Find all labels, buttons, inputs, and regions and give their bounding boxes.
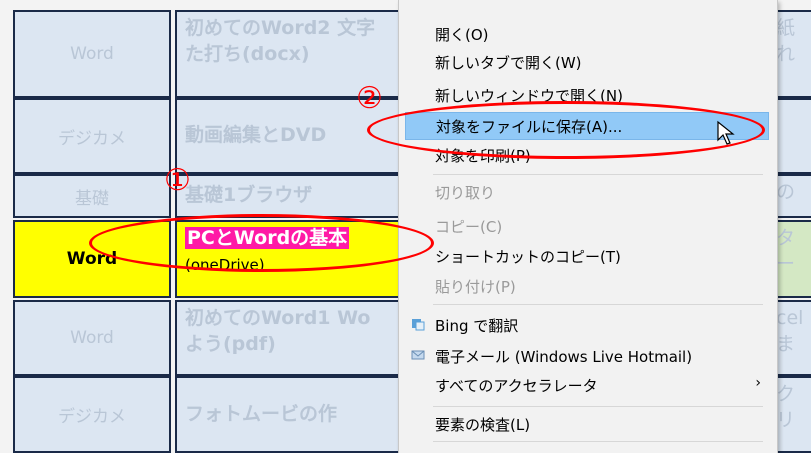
category-cell: デジカメ xyxy=(13,98,171,174)
menu-item-inspect[interactable]: 要素の検査(L) xyxy=(405,410,769,438)
menu-item-email[interactable]: 電子メール (Windows Live Hotmail) xyxy=(405,342,769,370)
menu-item-label: 要素の検査(L) xyxy=(435,415,531,434)
title-text: 動画編集とDVD xyxy=(185,124,327,147)
menu-item-label: 切り取り xyxy=(435,183,496,202)
title-subtext: よう(pdf) xyxy=(185,332,276,355)
menu-item-accelerators[interactable]: すべてのアクセラレータ › xyxy=(405,371,769,399)
menu-item-copy-shortcut[interactable]: ショートカットのコピー(T) xyxy=(405,242,769,270)
mouse-pointer-icon xyxy=(717,120,735,145)
title-link[interactable]: 初めてのWord1 Wo よう(pdf) xyxy=(175,300,405,376)
menu-item-label: Bing で翻訳 xyxy=(435,316,519,335)
menu-item-label: 開く(O) xyxy=(435,25,489,44)
category-cell: デジカメ xyxy=(13,376,171,453)
context-menu: 開く(O) 新しいタブで開く(W) 新しいウィンドウで開く(N) 対象をファイル… xyxy=(398,0,778,453)
menu-item-label: 電子メール (Windows Live Hotmail) xyxy=(435,347,693,366)
menu-item-copy[interactable]: コピー(C) xyxy=(405,212,769,240)
menu-item-cut[interactable]: 切り取り xyxy=(405,178,769,206)
annotation-ellipse-one xyxy=(89,214,434,272)
menu-item-label: すべてのアクセラレータ xyxy=(435,376,598,395)
translate-icon xyxy=(411,317,425,331)
chevron-right-icon: › xyxy=(755,375,761,391)
title-link[interactable]: フォトムービの作 xyxy=(175,376,405,453)
mail-icon xyxy=(411,348,425,362)
menu-item-paste[interactable]: 貼り付け(P) xyxy=(405,272,769,300)
annotation-ellipse-two xyxy=(367,101,765,159)
menu-item-bing-translate[interactable]: Bing で翻訳 xyxy=(405,311,769,339)
menu-item-label: コピー(C) xyxy=(435,217,503,236)
annotation-number-one: ① xyxy=(164,163,191,198)
menu-item-label: 貼り付け(P) xyxy=(435,277,516,296)
menu-separator xyxy=(433,406,763,407)
annotation-number-two: ② xyxy=(356,81,383,116)
category-cell: Word xyxy=(13,10,171,98)
title-text: 初めてのWord1 Wo xyxy=(185,307,371,329)
menu-separator xyxy=(433,304,763,305)
menu-separator xyxy=(433,174,763,175)
category-cell: Word xyxy=(13,300,171,376)
title-link[interactable]: 基礎1ブラウザ xyxy=(175,174,405,218)
title-text: 初めてのWord2 文字 xyxy=(185,17,376,39)
menu-separator xyxy=(433,441,763,442)
category-cell: 基礎 xyxy=(13,174,171,218)
title-subtext: た打ち(docx) xyxy=(185,42,310,65)
title-text: フォトムービの作 xyxy=(185,402,338,425)
menu-item-open-new-tab[interactable]: 新しいタブで開く(W) xyxy=(405,48,769,76)
menu-item-label: 新しいタブで開く(W) xyxy=(435,53,582,72)
title-text: 基礎1ブラウザ xyxy=(185,184,313,207)
menu-item-open[interactable]: 開く(O) xyxy=(405,20,769,48)
menu-item-label: ショートカットのコピー(T) xyxy=(435,247,621,266)
